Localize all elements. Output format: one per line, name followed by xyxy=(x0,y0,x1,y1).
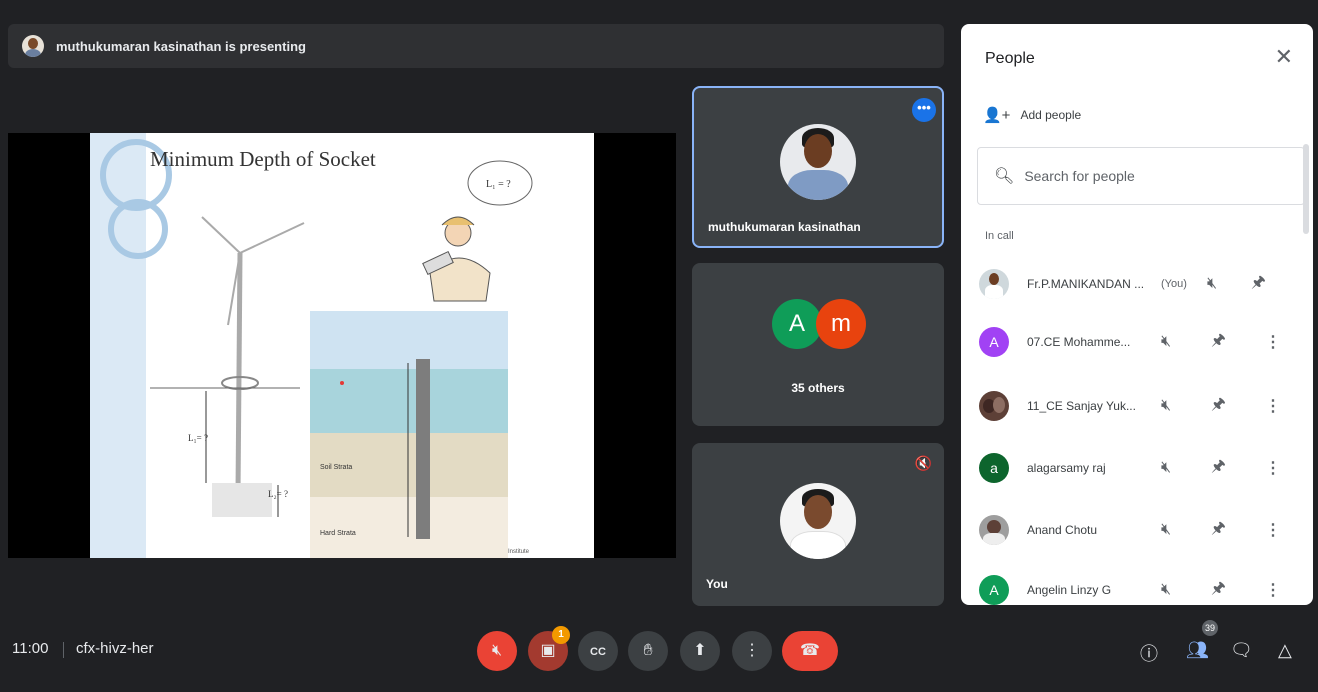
mic-off-icon: 🔇 xyxy=(914,455,932,471)
slide: Minimum Depth of Socket L₁= ? L₂= ? L₁ =… xyxy=(90,133,594,558)
tile-name-self: You xyxy=(706,577,728,591)
add-person-icon: 👤+ xyxy=(983,107,1011,124)
meeting-time: 11:00 xyxy=(12,640,49,657)
meeting-code[interactable]: cfx-hivz-her xyxy=(76,640,154,657)
left-length-label: L₁= ? xyxy=(188,433,208,443)
participant-avatar: A xyxy=(979,327,1009,357)
more-vert-icon[interactable]: ⋮ xyxy=(1265,458,1281,478)
bottom-length-label: L₂= ? xyxy=(268,489,288,499)
participant-row[interactable]: a alagarsamy raj 🔇︎ 🖈︎ ⋮ xyxy=(961,448,1313,488)
mic-off-icon[interactable]: 🔇︎ xyxy=(1207,275,1217,293)
mic-off-icon[interactable]: 🔇︎ xyxy=(1161,397,1171,415)
mic-off-icon[interactable]: 🔇︎ xyxy=(1161,333,1171,351)
search-input[interactable]: 🔍︎ Search for people xyxy=(977,147,1305,205)
participant-name: Angelin Linzy G xyxy=(1027,583,1112,597)
more-vert-icon[interactable]: ⋮ xyxy=(1265,520,1281,540)
pin-icon[interactable]: 🖈︎ xyxy=(1211,577,1226,604)
mic-off-icon: 🔇︎ xyxy=(491,642,503,659)
participant-row[interactable]: A 07.CE Mohamme... 🔇︎ 🖈︎ ⋮ xyxy=(961,322,1313,362)
more-vert-icon: ⋮ xyxy=(744,642,760,659)
participant-avatar: A xyxy=(979,575,1009,605)
present-button[interactable]: ⬆ xyxy=(680,631,720,671)
presenter-banner: muthukumaran kasinathan is presenting xyxy=(8,24,944,68)
pin-icon[interactable]: 🖈︎ xyxy=(1211,329,1226,356)
more-vert-icon[interactable]: ⋮ xyxy=(1265,580,1281,600)
participant-row[interactable]: 11_CE Sanjay Yuk... 🔇︎ 🖈︎ ⋮ xyxy=(961,386,1313,426)
more-options-button[interactable]: ⋮ xyxy=(732,631,772,671)
participant-name: 07.CE Mohamme... xyxy=(1027,335,1131,349)
captions-button[interactable]: CC xyxy=(578,631,618,671)
mic-off-icon[interactable]: 🔇︎ xyxy=(1161,581,1171,599)
self-photo xyxy=(780,483,856,559)
ground-section: Soil Strata Hard Strata xyxy=(310,311,508,558)
more-horiz-icon[interactable]: ••• xyxy=(912,98,936,122)
activity-badge: 1 xyxy=(552,626,570,644)
slide-illustration: L₁= ? L₂= ? L₁ = ? Soil Strata Hard Stra… xyxy=(150,160,533,558)
bubble-label: L₁ = ? xyxy=(486,179,511,190)
leave-call-button[interactable]: ☎︎ xyxy=(782,631,838,671)
phone-hangup-icon: ☎︎ xyxy=(800,642,820,659)
participant-avatar: a xyxy=(979,453,1009,483)
presenter-avatar xyxy=(22,35,44,57)
participant-tile-presenter[interactable]: ••• muthukumaran kasinathan xyxy=(692,86,944,248)
mic-off-icon[interactable]: 🔇︎ xyxy=(1161,459,1171,477)
participant-row[interactable]: A Angelin Linzy G 🔇︎ 🖈︎ ⋮ xyxy=(961,570,1313,605)
raise-hand-button[interactable]: ✋︎ xyxy=(628,631,668,671)
people-count-badge: 39 xyxy=(1202,620,1218,636)
participant-you-tag: (You) xyxy=(1161,278,1187,290)
participant-row[interactable]: Fr.P.MANIKANDAN ... (You) 🔇︎ 🖈︎ xyxy=(961,264,1313,304)
add-people-button[interactable]: 👤+ Add people xyxy=(983,106,1081,124)
present-screen-icon: ⬆ xyxy=(693,642,707,659)
participant-avatar xyxy=(979,391,1009,421)
people-panel-title: People xyxy=(985,50,1035,67)
pin-icon[interactable]: 🖈︎ xyxy=(1211,517,1226,544)
participant-avatar xyxy=(979,515,1009,545)
presenter-photo xyxy=(780,124,856,200)
activities-icon[interactable]: △ xyxy=(1278,640,1292,661)
participant-row[interactable]: Anand Chotu 🔇︎ 🖈︎ ⋮ xyxy=(961,510,1313,550)
meeting-details-icon[interactable]: ⓘ xyxy=(1140,640,1158,666)
wind-turbine xyxy=(201,216,305,494)
add-people-label: Add people xyxy=(1020,108,1082,122)
soil-strata-label: Soil Strata xyxy=(320,464,352,471)
others-avatar-a: A xyxy=(772,299,822,349)
more-vert-icon[interactable]: ⋮ xyxy=(1265,396,1281,416)
participant-tile-others[interactable]: A m 35 others xyxy=(692,263,944,426)
others-count-label: 35 others xyxy=(791,381,845,395)
search-icon: 🔍︎ xyxy=(994,168,1015,185)
foundation-block xyxy=(212,483,272,517)
pin-icon[interactable]: 🖈︎ xyxy=(1211,455,1226,482)
people-panel: People ✕ 👤+ Add people 🔍︎ Search for peo… xyxy=(961,24,1313,605)
participant-tile-self[interactable]: 🔇 You xyxy=(692,443,944,606)
participant-name: Fr.P.MANIKANDAN ... xyxy=(1027,277,1145,291)
pin-icon[interactable]: 🖈︎ xyxy=(1211,393,1226,420)
captions-icon: CC xyxy=(590,646,606,658)
pin-icon[interactable]: 🖈︎ xyxy=(1251,271,1266,298)
people-icon[interactable]: 👥︎ xyxy=(1186,640,1209,661)
engineer-cartoon xyxy=(422,216,491,302)
panel-scrollbar[interactable] xyxy=(1303,144,1309,234)
camera-off-icon: ▣ xyxy=(540,642,556,659)
search-placeholder: Search for people xyxy=(1024,168,1135,184)
participant-name: 11_CE Sanjay Yuk... xyxy=(1027,399,1136,413)
mic-off-icon[interactable]: 🔇︎ xyxy=(1161,521,1171,539)
tile-name-presenter: muthukumaran kasinathan xyxy=(708,220,861,234)
in-call-heading: In call xyxy=(985,230,1014,242)
rock-strata-label: Hard Strata xyxy=(320,530,356,537)
others-avatar-m: m xyxy=(816,299,866,349)
slide-footer: Institute xyxy=(508,549,530,555)
participant-avatar xyxy=(979,269,1009,299)
participant-name: Anand Chotu xyxy=(1027,523,1098,537)
chat-icon[interactable]: 🗨︎ xyxy=(1230,640,1253,661)
hand-icon: ✋︎ xyxy=(643,642,653,659)
meeting-info-divider xyxy=(63,642,64,658)
presenter-text: muthukumaran kasinathan is presenting xyxy=(56,38,306,54)
mic-toggle-button[interactable]: 🔇︎ xyxy=(477,631,517,671)
close-icon[interactable]: ✕ xyxy=(1275,44,1293,70)
more-vert-icon[interactable]: ⋮ xyxy=(1265,332,1281,352)
presentation-stage[interactable]: Minimum Depth of Socket L₁= ? L₂= ? L₁ =… xyxy=(8,133,676,558)
participant-name: alagarsamy raj xyxy=(1027,461,1106,475)
